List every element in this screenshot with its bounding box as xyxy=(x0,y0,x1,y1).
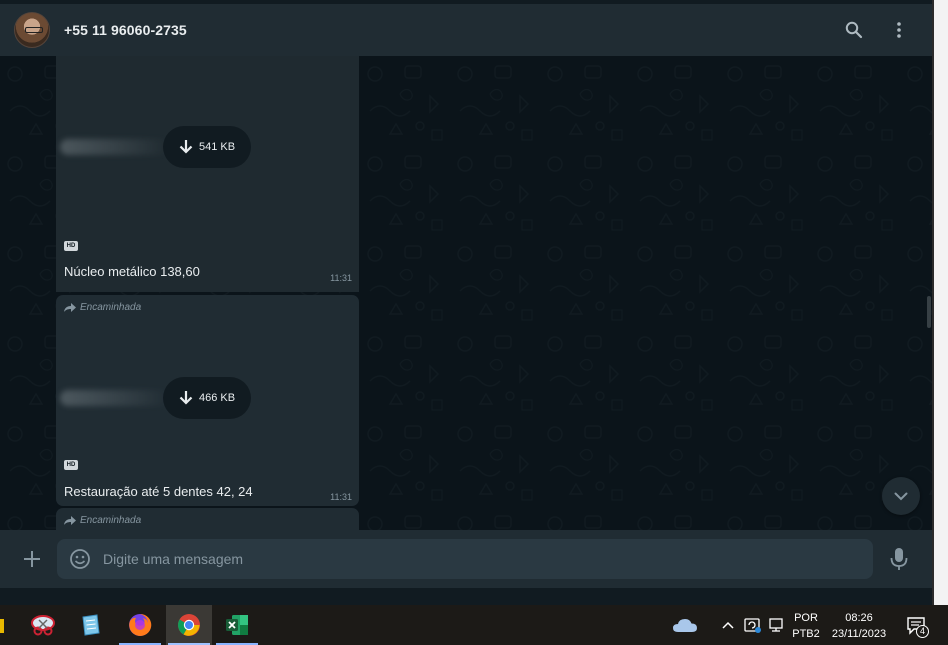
hd-badge: HD xyxy=(64,241,78,251)
keyboard-layout: PTB2 xyxy=(792,628,820,640)
forward-arrow-icon xyxy=(64,303,76,312)
message-input[interactable] xyxy=(103,539,863,579)
notification-count-badge: 4 xyxy=(916,625,929,638)
file-size: 541 KB xyxy=(198,141,236,153)
scroll-to-bottom-button[interactable] xyxy=(882,477,920,515)
forwarded-label: Encaminhada xyxy=(64,302,141,313)
menu-button[interactable] xyxy=(887,18,911,42)
taskbar-app-excel[interactable] xyxy=(214,605,260,645)
taskbar-app-chrome[interactable] xyxy=(166,605,212,645)
blurred-thumbnail xyxy=(60,390,170,406)
taskbar-app-snipping-tool[interactable] xyxy=(20,605,66,645)
taskbar-app-notepad[interactable] xyxy=(67,605,113,645)
windows-taskbar: POR PTB2 08:26 23/11/2023 4 xyxy=(0,605,948,645)
forward-arrow-icon xyxy=(64,516,76,525)
excel-icon xyxy=(226,615,248,635)
message-caption: Núcleo metálico 138,60 xyxy=(64,264,200,279)
file-size: 466 KB xyxy=(198,392,236,404)
taskbar-partial-icon xyxy=(0,619,4,633)
microphone-icon[interactable] xyxy=(888,547,910,571)
search-button[interactable] xyxy=(842,18,866,42)
firefox-icon xyxy=(129,613,152,636)
plus-icon xyxy=(24,551,40,567)
download-arrow-icon xyxy=(179,391,193,405)
chrome-icon xyxy=(178,614,200,636)
download-button[interactable]: 466 KB xyxy=(163,377,251,419)
whatsapp-window: +55 11 96060-2735 541 KB HD Núcleo metál… xyxy=(0,0,932,605)
notepad-icon xyxy=(82,614,100,636)
hd-badge: HD xyxy=(64,460,78,470)
notification-center-button[interactable]: 4 xyxy=(904,614,930,638)
message-caption: Restauração até 5 dentes 42, 24 xyxy=(64,484,253,499)
download-arrow-icon xyxy=(179,140,193,154)
clock-date: 23/11/2023 xyxy=(831,628,887,640)
show-hidden-icons-chevron-up-icon[interactable] xyxy=(720,617,736,633)
window-bottom-strip xyxy=(0,588,932,605)
language-indicator[interactable]: POR PTB2 xyxy=(792,610,820,642)
more-vertical-icon xyxy=(897,22,901,38)
message-bubble[interactable]: Encaminhada 466 KB HD Restauração até 5 … xyxy=(56,295,359,506)
language-code: POR xyxy=(794,612,818,624)
message-time: 11:31 xyxy=(330,492,352,502)
onedrive-icon[interactable] xyxy=(671,615,699,635)
clock-time: 08:26 xyxy=(845,612,873,624)
message-bubble[interactable]: 541 KB HD Núcleo metálico 138,60 11:31 xyxy=(56,56,359,292)
desktop-edge xyxy=(932,0,948,605)
contact-name[interactable]: +55 11 96060-2735 xyxy=(64,22,187,38)
image-preview[interactable]: 541 KB HD Núcleo metálico 138,60 11:31 xyxy=(56,56,359,292)
taskbar-app-firefox[interactable] xyxy=(117,605,163,645)
forwarded-label: Encaminhada xyxy=(64,515,141,526)
chat-messages-area[interactable]: 541 KB HD Núcleo metálico 138,60 11:31 E… xyxy=(0,56,932,530)
chevron-down-icon xyxy=(894,492,908,500)
message-input-box[interactable] xyxy=(57,539,873,579)
contact-avatar[interactable] xyxy=(14,12,50,48)
network-icon[interactable] xyxy=(767,616,787,634)
message-composer xyxy=(0,530,932,588)
chat-header[interactable]: +55 11 96060-2735 xyxy=(0,4,932,56)
message-time: 11:31 xyxy=(330,273,352,283)
sync-status-icon[interactable] xyxy=(743,616,763,634)
clock[interactable]: 08:26 23/11/2023 xyxy=(826,610,892,642)
message-bubble[interactable]: Encaminhada xyxy=(56,508,359,530)
snipping-tool-icon xyxy=(31,615,55,636)
attach-button[interactable] xyxy=(20,547,44,571)
emoji-icon[interactable] xyxy=(69,548,91,570)
chat-scrollbar[interactable] xyxy=(927,296,931,328)
download-button[interactable]: 541 KB xyxy=(163,126,251,168)
blurred-thumbnail xyxy=(60,139,170,155)
search-icon xyxy=(845,21,863,39)
